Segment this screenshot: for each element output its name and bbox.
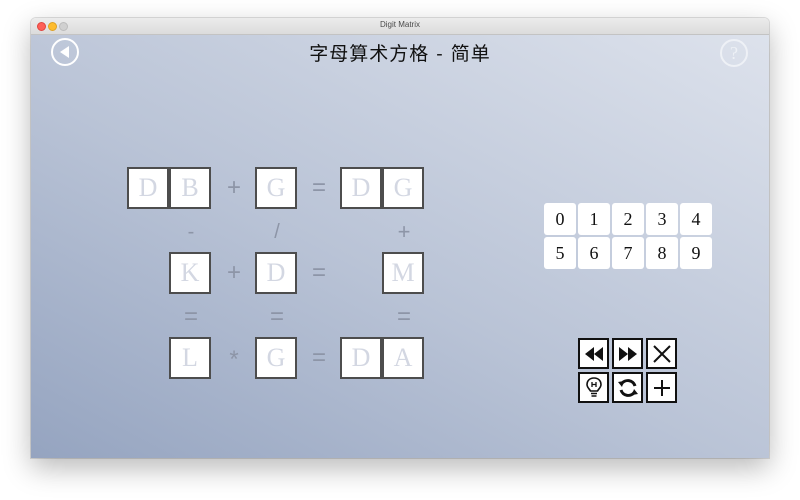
operator-equals: = [311, 174, 326, 201]
operator-equals: = [311, 344, 326, 371]
title-bar: Digit Matrix [31, 18, 769, 35]
digit-button-1[interactable]: 1 [578, 203, 610, 235]
new-game-button[interactable] [646, 372, 677, 403]
column-operator-minus: - [187, 221, 195, 243]
game-screen: 字母算术方格 - 简单 ? D B + G = D G - / + K + D … [31, 35, 769, 458]
restart-button[interactable] [612, 372, 643, 403]
digit-button-7[interactable]: 7 [612, 237, 644, 269]
redo-button[interactable] [612, 338, 643, 369]
app-window: Digit Matrix 字母算术方格 - 简单 ? D B + G = D G… [31, 18, 769, 458]
letter-cell[interactable]: D [340, 337, 382, 379]
operator-equals: = [311, 259, 326, 286]
column-equals: = [269, 303, 284, 330]
letter-cell[interactable]: A [382, 337, 424, 379]
fast-forward-icon [618, 346, 637, 361]
lightbulb-icon [585, 376, 602, 397]
column-operator-plus: + [397, 219, 411, 244]
column-operator-divide: / [274, 221, 280, 243]
plus-icon [653, 379, 670, 396]
undo-button[interactable] [578, 338, 609, 369]
column-equals: = [183, 303, 198, 330]
digit-button-5[interactable]: 5 [544, 237, 576, 269]
column-equals: = [396, 303, 411, 330]
letter-cell[interactable]: K [169, 252, 211, 294]
letter-cell[interactable]: D [340, 167, 382, 209]
digit-button-8[interactable]: 8 [646, 237, 678, 269]
digit-button-0[interactable]: 0 [544, 203, 576, 235]
digit-button-4[interactable]: 4 [680, 203, 712, 235]
digit-button-3[interactable]: 3 [646, 203, 678, 235]
help-button[interactable]: ? [719, 38, 749, 68]
letter-cell[interactable]: G [255, 167, 297, 209]
window-title: Digit Matrix [379, 20, 420, 29]
refresh-icon [617, 378, 638, 397]
operator-plus: + [226, 174, 241, 201]
help-icon: ? [720, 39, 748, 67]
digit-button-9[interactable]: 9 [680, 237, 712, 269]
page-title: 字母算术方格 - 简单 [309, 43, 491, 65]
close-icon [652, 344, 671, 363]
rewind-icon [584, 346, 603, 361]
letter-cell[interactable]: D [255, 252, 297, 294]
letter-cell[interactable]: L [169, 337, 211, 379]
clear-button[interactable] [646, 338, 677, 369]
hint-button[interactable] [578, 372, 609, 403]
digit-button-2[interactable]: 2 [612, 203, 644, 235]
letter-cell[interactable]: G [255, 337, 297, 379]
operator-multiply: * [229, 346, 239, 373]
letter-cell[interactable]: M [382, 252, 424, 294]
letter-cell[interactable]: D [127, 167, 169, 209]
digit-button-6[interactable]: 6 [578, 237, 610, 269]
operator-plus: + [226, 259, 241, 286]
svg-text:?: ? [730, 43, 738, 63]
letter-cell[interactable]: B [169, 167, 211, 209]
letter-cell[interactable]: G [382, 167, 424, 209]
